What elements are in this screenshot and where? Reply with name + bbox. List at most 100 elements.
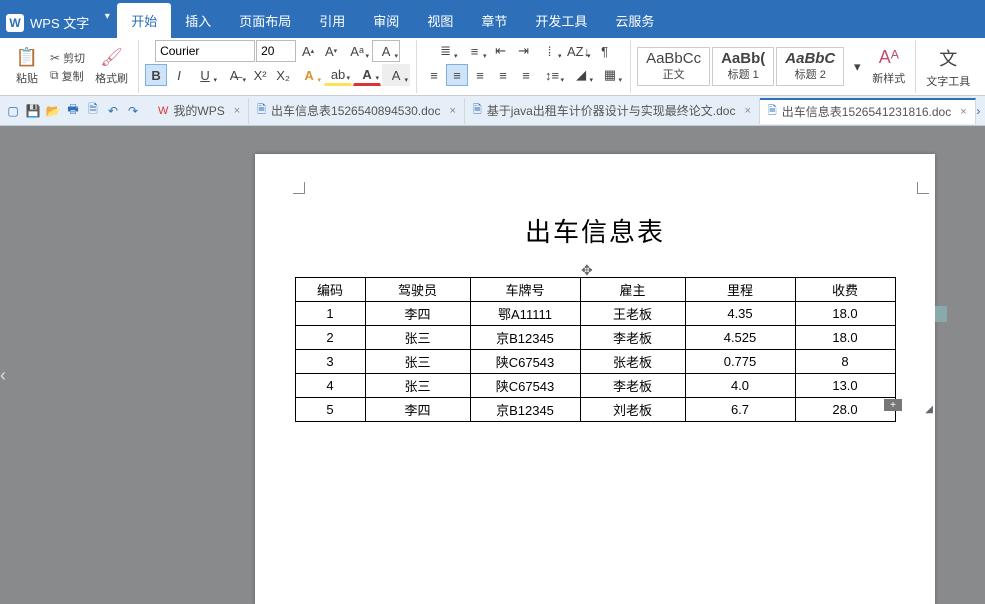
table-cell[interactable]: 18.0 xyxy=(795,302,895,326)
header-id[interactable]: 编码 xyxy=(295,278,365,302)
table-cell[interactable]: 18.0 xyxy=(795,326,895,350)
fill-color-button[interactable]: ◢ xyxy=(567,64,595,86)
close-icon[interactable]: × xyxy=(234,105,240,117)
tab-my-wps[interactable]: W 我的WPS × xyxy=(150,98,249,124)
open-button[interactable]: 📂 xyxy=(44,102,62,120)
table-cell[interactable]: 4.525 xyxy=(685,326,795,350)
document-title[interactable]: 出车信息表 xyxy=(255,212,935,249)
close-icon[interactable]: × xyxy=(960,106,966,118)
style-heading2[interactable]: AaBbC 标题 2 xyxy=(776,47,844,86)
save-button[interactable]: 💾 xyxy=(24,102,42,120)
table-row[interactable]: 2张三京B12345李老板4.52518.0 xyxy=(295,326,895,350)
cut-button[interactable]: ✂剪切 xyxy=(48,50,87,66)
font-size-select[interactable] xyxy=(256,40,296,62)
table-cell[interactable]: 刘老板 xyxy=(580,398,685,422)
menu-page-layout[interactable]: 页面布局 xyxy=(225,3,305,38)
table-cell[interactable]: 5 xyxy=(295,398,365,422)
table-cell[interactable]: 张三 xyxy=(365,326,470,350)
table-cell[interactable]: 张三 xyxy=(365,374,470,398)
table-cell[interactable]: 李四 xyxy=(365,302,470,326)
increase-indent-button[interactable]: ⇥ xyxy=(513,40,535,62)
style-normal[interactable]: AaBbCc 正文 xyxy=(637,47,710,86)
print-preview-button[interactable]: 🗎 xyxy=(84,102,102,120)
italic-button[interactable]: I xyxy=(168,64,190,86)
title-dropdown-icon[interactable]: ▾ xyxy=(97,11,117,28)
table-cell[interactable]: 鄂A11111 xyxy=(470,302,580,326)
table-cell[interactable]: 李四 xyxy=(365,398,470,422)
menu-section[interactable]: 章节 xyxy=(467,3,521,38)
table-cell[interactable]: 李老板 xyxy=(580,374,685,398)
close-icon[interactable]: × xyxy=(744,105,750,117)
undo-button[interactable]: ↶ xyxy=(104,102,122,120)
styles-expand-button[interactable]: ▾ xyxy=(846,56,868,78)
distribute-button[interactable]: ≡ xyxy=(515,64,537,86)
line-spacing-button[interactable]: ↕≡ xyxy=(538,64,566,86)
table-move-handle-icon[interactable]: ✥ xyxy=(581,262,593,279)
table-cell[interactable]: 张三 xyxy=(365,350,470,374)
tabs-more-button[interactable]: › xyxy=(976,102,981,120)
table-row[interactable]: 4张三陕C67543李老板4.013.0 xyxy=(295,374,895,398)
table-cell[interactable]: 4.35 xyxy=(685,302,795,326)
menu-review[interactable]: 审阅 xyxy=(359,3,413,38)
header-fee[interactable]: 收费 xyxy=(795,278,895,302)
table-cell[interactable]: 陕C67543 xyxy=(470,350,580,374)
new-doc-button[interactable]: ▢ xyxy=(4,102,22,120)
menu-cloud[interactable]: 云服务 xyxy=(601,3,668,38)
menu-view[interactable]: 视图 xyxy=(413,3,467,38)
new-style-button[interactable]: Aᴬ 新样式 xyxy=(868,45,909,88)
table-row[interactable]: 1李四鄂A11111王老板4.3518.0 xyxy=(295,302,895,326)
decrease-indent-button[interactable]: ⇤ xyxy=(490,40,512,62)
table-cell[interactable]: 张老板 xyxy=(580,350,685,374)
table-cell[interactable]: 2 xyxy=(295,326,365,350)
align-right-button[interactable]: ≡ xyxy=(469,64,491,86)
table-cell[interactable]: 4 xyxy=(295,374,365,398)
style-heading1[interactable]: AaBb( 标题 1 xyxy=(712,47,774,86)
bold-button[interactable]: B xyxy=(145,64,167,86)
border-button[interactable]: ▦ xyxy=(596,64,624,86)
menu-insert[interactable]: 插入 xyxy=(171,3,225,38)
show-marks-button[interactable]: ¶ xyxy=(594,40,616,62)
table-add-row-button[interactable]: + xyxy=(884,399,902,411)
table-header-row[interactable]: 编码 驾驶员 车牌号 雇主 里程 收费 xyxy=(295,278,895,302)
print-button[interactable]: 🖶 xyxy=(64,102,82,120)
underline-button[interactable]: U xyxy=(191,64,219,86)
close-icon[interactable]: × xyxy=(449,105,455,117)
prev-page-nav[interactable]: ‹ xyxy=(0,365,6,386)
data-table[interactable]: 编码 驾驶员 车牌号 雇主 里程 收费 1李四鄂A11111王老板4.3518.… xyxy=(295,277,896,422)
justify-button[interactable]: ≡ xyxy=(492,64,514,86)
table-cell[interactable]: 京B12345 xyxy=(470,326,580,350)
table-row[interactable]: 5李四京B12345刘老板6.728.0 xyxy=(295,398,895,422)
superscript-button[interactable]: X² xyxy=(249,64,271,86)
table-cell[interactable]: 13.0 xyxy=(795,374,895,398)
menu-references[interactable]: 引用 xyxy=(305,3,359,38)
tab-doc-2[interactable]: 🗎 基于java出租车计价器设计与实现最终论文.doc × xyxy=(465,98,760,124)
header-driver[interactable]: 驾驶员 xyxy=(365,278,470,302)
shrink-font-button[interactable]: A▾ xyxy=(320,40,342,62)
table-cell[interactable]: 0.775 xyxy=(685,350,795,374)
table-cell[interactable]: 28.0 xyxy=(795,398,895,422)
table-resize-handle-icon[interactable]: ◢ xyxy=(925,404,933,415)
menu-dev-tools[interactable]: 开发工具 xyxy=(521,3,601,38)
side-panel-toggle[interactable] xyxy=(935,306,947,322)
table-cell[interactable]: 4.0 xyxy=(685,374,795,398)
clear-format-button[interactable]: A xyxy=(372,40,400,62)
table-cell[interactable]: 陕C67543 xyxy=(470,374,580,398)
align-center-button[interactable]: ≡ xyxy=(446,64,468,86)
table-cell[interactable]: 3 xyxy=(295,350,365,374)
table-cell[interactable]: 1 xyxy=(295,302,365,326)
table-row[interactable]: 3张三陕C67543张老板0.7758 xyxy=(295,350,895,374)
bullets-button[interactable]: ≣ xyxy=(432,40,460,62)
numbering-button[interactable]: ≡ xyxy=(461,40,489,62)
subscript-button[interactable]: X₂ xyxy=(272,64,294,86)
header-plate[interactable]: 车牌号 xyxy=(470,278,580,302)
text-tools-button[interactable]: 文 文字工具 xyxy=(922,43,974,91)
document-page[interactable]: ✥ 出车信息表 编码 驾驶员 车牌号 雇主 里程 收费 1李四鄂A11111王老… xyxy=(255,154,935,604)
table-cell[interactable]: 京B12345 xyxy=(470,398,580,422)
shading-button[interactable]: A xyxy=(382,64,410,86)
font-color-button[interactable]: A xyxy=(353,64,381,86)
table-cell[interactable]: 8 xyxy=(795,350,895,374)
header-owner[interactable]: 雇主 xyxy=(580,278,685,302)
sort-button[interactable]: AZ↓ xyxy=(565,40,593,62)
copy-button[interactable]: ⧉复制 xyxy=(48,68,87,84)
format-painter-button[interactable]: 🖌 格式刷 xyxy=(91,45,132,88)
